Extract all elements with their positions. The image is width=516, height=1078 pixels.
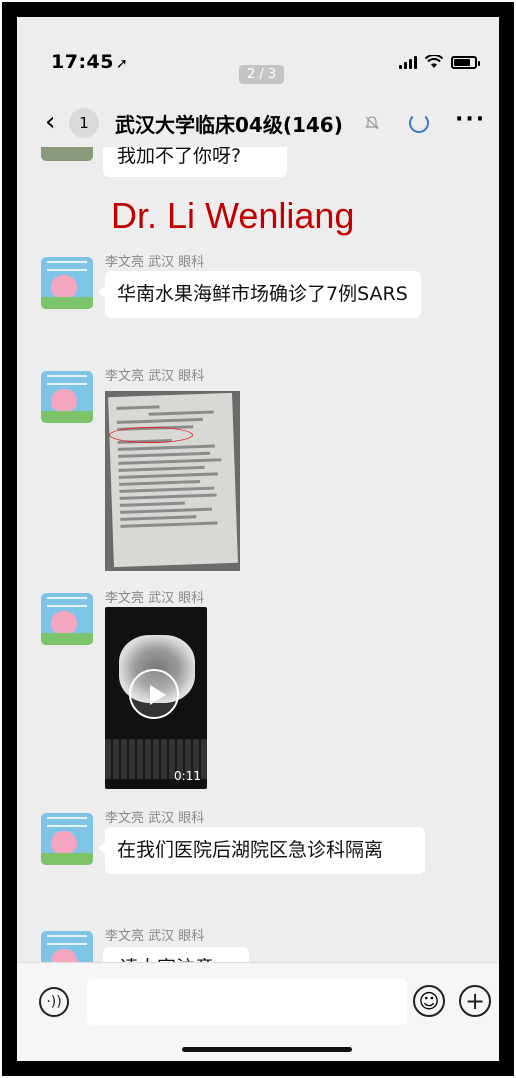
chat-header: ‹ 1 武汉大学临床04级(146) ··· <box>17 95 499 151</box>
message-bubble-partial[interactable]: 请大家注意 <box>103 947 249 962</box>
message-text: 在我们医院后湖院区急诊科隔离 <box>117 839 384 861</box>
emoji-icon[interactable]: ☺ <box>413 985 445 1017</box>
status-time: 17:45 ➚ <box>51 51 129 73</box>
avatar[interactable] <box>41 147 93 161</box>
chat-message-list[interactable]: 我加不了你呀? Dr. Li Wenliang 李文亮 武汉 眼科 华南水果海鲜… <box>17 147 499 962</box>
mute-bell-icon <box>365 116 379 130</box>
video-duration: 0:11 <box>174 769 201 783</box>
phone-screen: 17:45 ➚ 2 / 3 ‹ 1 武汉大学临床04级(146) ··· 我加不了… <box>14 14 502 1064</box>
avatar[interactable] <box>41 257 93 309</box>
input-bar: ·)) ☺ + <box>17 962 499 1061</box>
image-message[interactable] <box>105 391 240 571</box>
message-input[interactable] <box>87 979 407 1025</box>
battery-icon <box>451 55 480 69</box>
sender-name: 李文亮 武汉 眼科 <box>105 929 205 944</box>
wifi-icon <box>425 55 443 68</box>
avatar[interactable] <box>41 593 93 645</box>
loading-icon <box>409 113 429 133</box>
plus-icon[interactable]: + <box>459 985 491 1017</box>
chat-title: 武汉大学临床04级(146) <box>115 113 343 137</box>
sender-name: 李文亮 武汉 眼科 <box>105 591 205 606</box>
more-options-icon[interactable]: ··· <box>455 107 486 132</box>
back-icon[interactable]: ‹ <box>45 109 55 135</box>
signal-icon <box>399 55 417 69</box>
red-circle-annotation <box>109 427 193 443</box>
avatar[interactable] <box>41 813 93 865</box>
home-indicator[interactable] <box>182 1047 352 1052</box>
message-bubble-partial[interactable]: 我加不了你呀? <box>103 147 287 177</box>
avatar[interactable] <box>41 371 93 423</box>
overlay-caption: Dr. Li Wenliang <box>111 195 355 236</box>
message-text: 华南水果海鲜市场确诊了7例SARS <box>117 283 408 305</box>
status-icons <box>399 55 480 69</box>
voice-input-icon[interactable]: ·)) <box>39 987 69 1017</box>
unread-count-badge[interactable]: 1 <box>69 108 99 138</box>
message-bubble[interactable]: 在我们医院后湖院区急诊科隔离 <box>98 827 425 874</box>
sender-name: 李文亮 武汉 眼科 <box>105 811 205 826</box>
avatar[interactable] <box>41 931 93 962</box>
location-arrow-icon: ➚ <box>115 56 129 72</box>
page-indicator: 2 / 3 <box>239 65 285 84</box>
video-message[interactable]: 0:11 <box>105 607 207 789</box>
message-bubble[interactable]: 华南水果海鲜市场确诊了7例SARS <box>98 271 421 318</box>
play-icon[interactable] <box>129 669 179 719</box>
sender-name: 李文亮 武汉 眼科 <box>105 369 205 384</box>
sender-name: 李文亮 武汉 眼科 <box>105 255 205 270</box>
document-photo <box>108 392 238 568</box>
